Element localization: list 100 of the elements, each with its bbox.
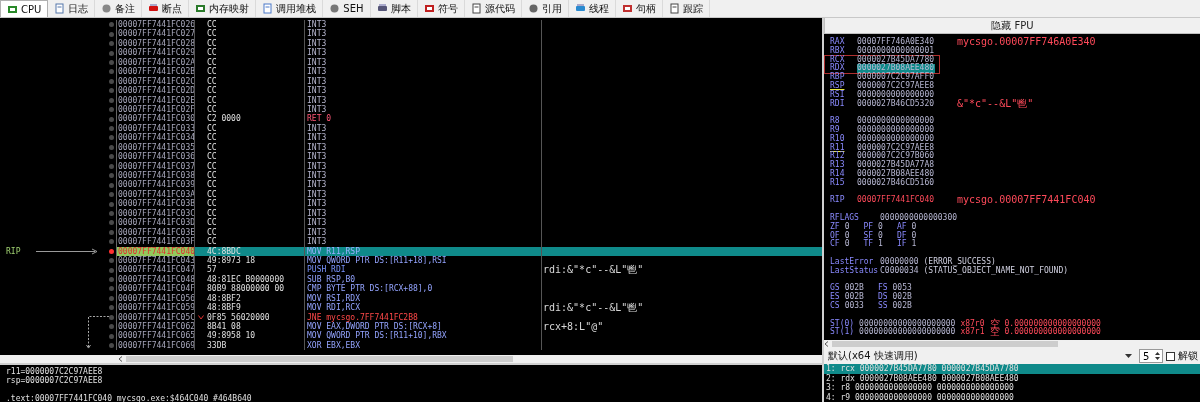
segment-value[interactable]: 0033 bbox=[844, 301, 864, 311]
register-value[interactable]: 0000000000000000 bbox=[857, 90, 935, 100]
breakpoint-dot[interactable] bbox=[109, 305, 114, 311]
breakpoint-dot[interactable] bbox=[109, 277, 114, 283]
segment-value[interactable]: 002B bbox=[892, 293, 912, 302]
tab[interactable]: 内存映射 bbox=[189, 0, 257, 17]
register-value[interactable]: 0000027B46CD5160 bbox=[857, 178, 935, 188]
breakpoint-dot[interactable] bbox=[109, 239, 114, 245]
breakpoint-dot[interactable] bbox=[109, 78, 114, 84]
register-value[interactable]: 00007FF746A0E340 bbox=[857, 38, 935, 47]
argument-row[interactable]: 4: r9 0000000000000000 0000000000000000 bbox=[824, 392, 1200, 402]
comment-cell: rcx+8:L"@" bbox=[541, 322, 822, 332]
tab[interactable]: 断点 bbox=[142, 0, 190, 17]
breakpoint-dot[interactable] bbox=[109, 248, 114, 254]
unlock-checkbox[interactable] bbox=[1166, 351, 1175, 361]
breakpoint-dot[interactable] bbox=[109, 229, 114, 235]
tab[interactable]: SEH bbox=[323, 0, 371, 17]
breakpoint-dot[interactable] bbox=[109, 59, 114, 65]
tab[interactable]: 脚本 bbox=[370, 0, 418, 17]
flag-value[interactable]: 0 bbox=[844, 240, 850, 250]
status-value[interactable]: 00000000 bbox=[880, 257, 919, 267]
scroll-left-icon[interactable] bbox=[118, 356, 123, 362]
breakpoint-dot[interactable] bbox=[109, 135, 114, 141]
register-name: RBP bbox=[830, 73, 846, 82]
register-value[interactable]: 0000000000000300 bbox=[880, 213, 958, 223]
register-value[interactable]: 0000027B08AEE480 bbox=[857, 169, 935, 179]
register-name: RCX bbox=[830, 55, 846, 64]
instruction-cell: INT3 bbox=[304, 20, 541, 30]
breakpoint-dot[interactable] bbox=[109, 192, 114, 198]
breakpoint-dot[interactable] bbox=[109, 116, 114, 122]
fpu-register-value[interactable]: 00000000000000000000 bbox=[859, 328, 956, 338]
scroll-left-icon[interactable] bbox=[824, 341, 829, 348]
unlock-label: 解锁 bbox=[1178, 349, 1198, 364]
tab[interactable]: 日志 bbox=[48, 0, 96, 17]
breakpoint-dot[interactable] bbox=[109, 41, 114, 47]
bytes-text: CC bbox=[207, 189, 217, 199]
breakpoint-dot[interactable] bbox=[109, 107, 114, 113]
breakpoint-dot[interactable] bbox=[109, 126, 114, 132]
flag-value[interactable]: 1 bbox=[878, 240, 883, 250]
breakpoint-dot[interactable] bbox=[109, 295, 114, 301]
segment-value[interactable]: 002B bbox=[892, 301, 912, 311]
segment-value[interactable]: 002B bbox=[844, 293, 864, 302]
bytes-text: CC bbox=[207, 199, 217, 209]
breakpoint-dot[interactable] bbox=[109, 50, 114, 56]
bytes-text: 48:8BF9 bbox=[207, 303, 241, 313]
breakpoint-dot[interactable] bbox=[109, 286, 114, 292]
register-value[interactable]: 0000000000000000 bbox=[857, 125, 935, 135]
breakpoint-dot[interactable] bbox=[109, 267, 114, 273]
register-value[interactable]: 0000007C2C97AFF0 bbox=[857, 73, 935, 82]
breakpoint-dot[interactable] bbox=[109, 210, 114, 216]
breakpoint-dot[interactable] bbox=[109, 22, 114, 28]
breakpoint-dot[interactable] bbox=[109, 258, 114, 264]
tab[interactable]: 备注 bbox=[95, 0, 143, 17]
argument-row[interactable]: 3: r8 0000000000000000 0000000000000000 bbox=[824, 383, 1200, 393]
bytes-text: CC bbox=[207, 104, 217, 114]
register-value[interactable]: 0000000000000001 bbox=[857, 46, 935, 56]
status-value[interactable]: C0000034 bbox=[880, 266, 919, 276]
register-value[interactable]: 00007FF7441FC040 bbox=[857, 196, 935, 206]
flag-value[interactable]: 0 bbox=[911, 222, 917, 232]
instruction-cell: INT3 bbox=[304, 171, 541, 181]
jump-line bbox=[86, 315, 110, 349]
breakpoint-dot[interactable] bbox=[109, 31, 114, 37]
register-value[interactable]: 0000027B46CD5320 bbox=[857, 99, 935, 109]
breakpoint-dot[interactable] bbox=[109, 333, 114, 339]
instruction-cell: CMP BYTE PTR DS:[RCX+88],0 bbox=[304, 284, 541, 294]
breakpoint-dot[interactable] bbox=[109, 324, 114, 330]
tab[interactable]: CPU bbox=[0, 0, 49, 17]
tab[interactable]: 线程 bbox=[568, 0, 616, 17]
breakpoint-dot[interactable] bbox=[109, 163, 114, 169]
status-name: LastStatus bbox=[830, 266, 880, 276]
status-name: LastError bbox=[830, 257, 875, 266]
tab[interactable]: 调用堆栈 bbox=[256, 0, 324, 17]
breakpoint-dot[interactable] bbox=[109, 182, 114, 188]
hide-fpu-button[interactable]: 隐藏 FPU bbox=[987, 18, 1038, 33]
argument-row[interactable]: 2: rdx 0000027B08AEE480 0000027B08AEE480 bbox=[824, 373, 1200, 384]
breakpoint-dot[interactable] bbox=[109, 173, 114, 179]
breakpoint-dot[interactable] bbox=[109, 220, 114, 226]
register-value[interactable]: 0000007C2C97AEE8 bbox=[857, 82, 935, 91]
instruction-cell: INT3 bbox=[304, 48, 541, 58]
breakpoint-dot[interactable] bbox=[109, 201, 114, 207]
tab[interactable]: 跟踪 bbox=[662, 0, 710, 17]
tab[interactable]: 引用 bbox=[521, 0, 569, 17]
tab[interactable]: 句柄 bbox=[615, 0, 663, 17]
flag-value[interactable]: 0 bbox=[844, 222, 850, 232]
breakpoint-dot[interactable] bbox=[109, 314, 114, 320]
flag-value[interactable]: 0 bbox=[878, 222, 883, 232]
register-value[interactable]: 0000000000000000 bbox=[857, 117, 935, 126]
breakpoint-dot[interactable] bbox=[109, 343, 114, 349]
bytes-text: CC bbox=[207, 48, 217, 58]
breakpoint-dot[interactable] bbox=[109, 154, 114, 160]
breakpoint-dot[interactable] bbox=[109, 69, 114, 75]
argument-count-spinner[interactable]: 5 bbox=[1139, 349, 1163, 364]
flag-value[interactable]: 1 bbox=[911, 240, 917, 250]
breakpoint-dot[interactable] bbox=[109, 97, 114, 103]
breakpoint-dot[interactable] bbox=[109, 144, 114, 150]
tab[interactable]: 源代码 bbox=[464, 0, 522, 17]
breakpoint-dot[interactable] bbox=[109, 88, 114, 94]
tab[interactable]: 符号 bbox=[417, 0, 465, 17]
register-value[interactable]: 0000027B45DA77A8 bbox=[857, 161, 935, 170]
register-value[interactable]: 0000000000000000 bbox=[857, 134, 935, 144]
